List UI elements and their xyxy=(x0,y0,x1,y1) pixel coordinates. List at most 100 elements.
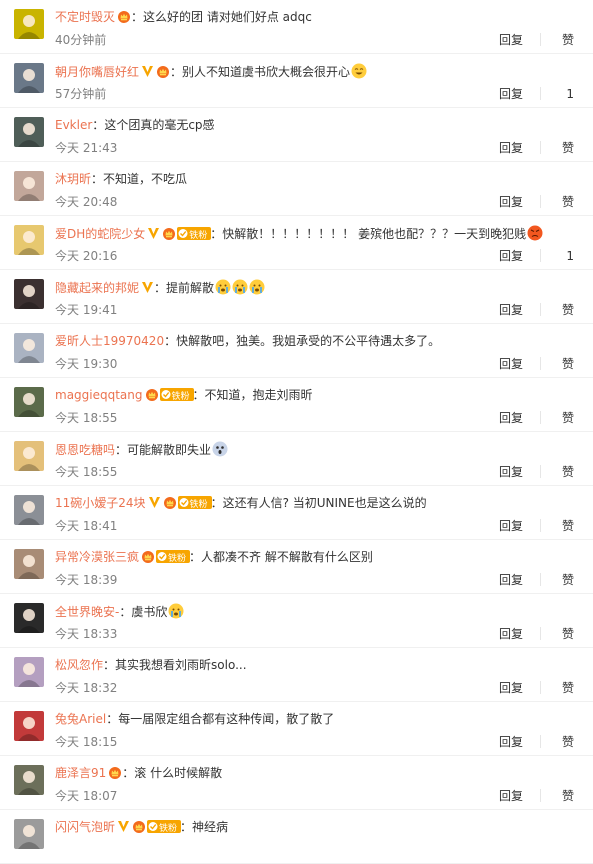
action-divider xyxy=(540,87,541,100)
verified-v-icon xyxy=(148,497,160,508)
user-avatar[interactable] xyxy=(14,711,44,741)
comment-username[interactable]: 恩恩吃糖吗 xyxy=(55,443,115,457)
user-avatar[interactable] xyxy=(14,441,44,471)
colon-separator: ： xyxy=(189,550,202,564)
vip-crown-icon xyxy=(109,767,122,779)
reply-button[interactable]: 回复 xyxy=(499,573,523,587)
comment-row: 异常冷漠张三疯 铁粉 ：人都凑不齐 解不解散有什么区别 今天 18:39 回复 赞 xyxy=(0,540,593,594)
comment-username[interactable]: 全世界晚安- xyxy=(55,605,119,619)
colon-separator: ： xyxy=(180,820,193,834)
comment-timestamp: 今天 21:43 xyxy=(55,141,118,155)
comment-username[interactable]: 不定时毁灭 xyxy=(55,10,115,24)
like-button[interactable]: 赞 xyxy=(562,33,574,47)
like-button[interactable]: 赞 xyxy=(562,357,574,371)
like-button[interactable]: 赞 xyxy=(562,141,574,155)
vip-crown-icon xyxy=(118,11,131,23)
reply-button[interactable]: 回复 xyxy=(499,681,523,695)
reply-button[interactable]: 回复 xyxy=(499,141,523,155)
reply-button[interactable]: 回复 xyxy=(499,357,523,371)
comment-text: 不知道，不吃瓜 xyxy=(103,172,188,186)
user-avatar[interactable] xyxy=(14,657,44,687)
comment-row: 全世界晚安-：虞书欣 今天 18:33 回复 赞 xyxy=(0,594,593,648)
comment-text: 滚 什么时候解散 xyxy=(134,766,223,780)
comment-timestamp: 今天 18:39 xyxy=(55,573,118,587)
like-button[interactable]: 1 xyxy=(566,87,574,101)
comment-line: 异常冷漠张三疯 铁粉 ：人都凑不齐 解不解散有什么区别 xyxy=(55,549,583,565)
like-button[interactable]: 赞 xyxy=(562,573,574,587)
comment-username[interactable]: maggieqqtang xyxy=(55,388,143,402)
like-button[interactable]: 赞 xyxy=(562,789,574,803)
like-button[interactable]: 赞 xyxy=(562,195,574,209)
comment-username[interactable]: 隐藏起来的邦妮 xyxy=(55,281,139,295)
user-avatar[interactable] xyxy=(14,9,44,39)
colon-separator: ： xyxy=(170,65,183,79)
like-button[interactable]: 赞 xyxy=(562,519,574,533)
comment-row: 爱昕人士19970420：快解散吧，独美。我姐承受的不公平待遇太多了。 今天 19… xyxy=(0,324,593,378)
comment-username[interactable]: 沐玥昕 xyxy=(55,172,91,186)
vip-crown-icon xyxy=(163,228,176,240)
reply-button[interactable]: 回复 xyxy=(499,195,523,209)
reply-button[interactable]: 回复 xyxy=(499,735,523,749)
action-divider xyxy=(540,789,541,802)
reply-button[interactable]: 回复 xyxy=(499,627,523,641)
comment-timestamp: 今天 19:30 xyxy=(55,357,118,371)
comment-username[interactable]: Evkler xyxy=(55,118,92,132)
reply-button[interactable]: 回复 xyxy=(499,33,523,47)
user-avatar[interactable] xyxy=(14,495,44,525)
action-divider xyxy=(540,627,541,640)
comment-username[interactable]: 松风忽作 xyxy=(55,658,103,672)
like-button[interactable]: 赞 xyxy=(562,627,574,641)
reply-button[interactable]: 回复 xyxy=(499,519,523,533)
like-button[interactable]: 赞 xyxy=(562,735,574,749)
user-avatar[interactable] xyxy=(14,765,44,795)
user-avatar[interactable] xyxy=(14,333,44,363)
comment-row: 闪闪气泡昕 铁粉 ：神经病 xyxy=(0,810,593,864)
colon-separator: ： xyxy=(122,766,135,780)
comment-username[interactable]: 兔兔Ariel xyxy=(55,712,106,726)
comment-text: 提前解散 xyxy=(166,281,215,295)
comment-username[interactable]: 异常冷漠张三疯 xyxy=(55,550,139,564)
user-avatar[interactable] xyxy=(14,549,44,579)
reply-button[interactable]: 回复 xyxy=(499,87,523,101)
reply-button[interactable]: 回复 xyxy=(499,789,523,803)
user-avatar[interactable] xyxy=(14,387,44,417)
user-avatar[interactable] xyxy=(14,171,44,201)
user-avatar[interactable] xyxy=(14,117,44,147)
comment-timestamp: 今天 18:15 xyxy=(55,735,118,749)
colon-separator: ： xyxy=(92,118,105,132)
comment-text: 虞书欣 xyxy=(131,605,168,619)
user-avatar[interactable] xyxy=(14,225,44,255)
like-button[interactable]: 赞 xyxy=(562,411,574,425)
reply-button[interactable]: 回复 xyxy=(499,465,523,479)
comment-username[interactable]: 爱昕人士19970420 xyxy=(55,334,164,348)
comment-line: 松风忽作：其实我想看刘雨昕solo... xyxy=(55,657,583,673)
comment-text: 神经病 xyxy=(192,820,229,834)
verified-v-icon xyxy=(142,282,154,293)
reply-button[interactable]: 回复 xyxy=(499,411,523,425)
comment-text: 别人不知道虞书欣大概会很开心 xyxy=(182,65,351,79)
comment-username[interactable]: 11碗小嫒子24块 xyxy=(55,496,146,510)
comment-username[interactable]: 鹿泽言91 xyxy=(55,766,106,780)
comment-username[interactable]: 朝月你嘴唇好红 xyxy=(55,65,139,79)
like-button[interactable]: 赞 xyxy=(562,681,574,695)
comment-text: 这还有人信? 当初UNINE也是这么说的 xyxy=(222,496,427,510)
comment-username[interactable]: 爱DH的蛇院少女 xyxy=(55,227,145,241)
comment-timestamp: 今天 18:55 xyxy=(55,465,118,479)
like-button[interactable]: 赞 xyxy=(562,465,574,479)
action-divider xyxy=(540,141,541,154)
action-divider xyxy=(540,411,541,424)
reply-button[interactable]: 回复 xyxy=(499,249,523,263)
comment-line: 恩恩吃糖吗：可能解散即失业 xyxy=(55,441,583,457)
user-avatar[interactable] xyxy=(14,63,44,93)
angry-emoji-icon xyxy=(527,225,543,241)
comment-text: 快解散！！！！！！！！ 姜殡他也配？？？一天到晚犯贱 xyxy=(222,227,527,241)
user-avatar[interactable] xyxy=(14,603,44,633)
comment-username[interactable]: 闪闪气泡昕 xyxy=(55,820,115,834)
user-avatar[interactable] xyxy=(14,279,44,309)
like-button[interactable]: 1 xyxy=(566,249,574,263)
comment-line: 爱昕人士19970420：快解散吧，独美。我姐承受的不公平待遇太多了。 xyxy=(55,333,583,349)
comment-line: 11碗小嫒子24块 铁粉 ：这还有人信? 当初UNINE也是这么说的 xyxy=(55,495,583,511)
reply-button[interactable]: 回复 xyxy=(499,303,523,317)
user-avatar[interactable] xyxy=(14,819,44,849)
like-button[interactable]: 赞 xyxy=(562,303,574,317)
